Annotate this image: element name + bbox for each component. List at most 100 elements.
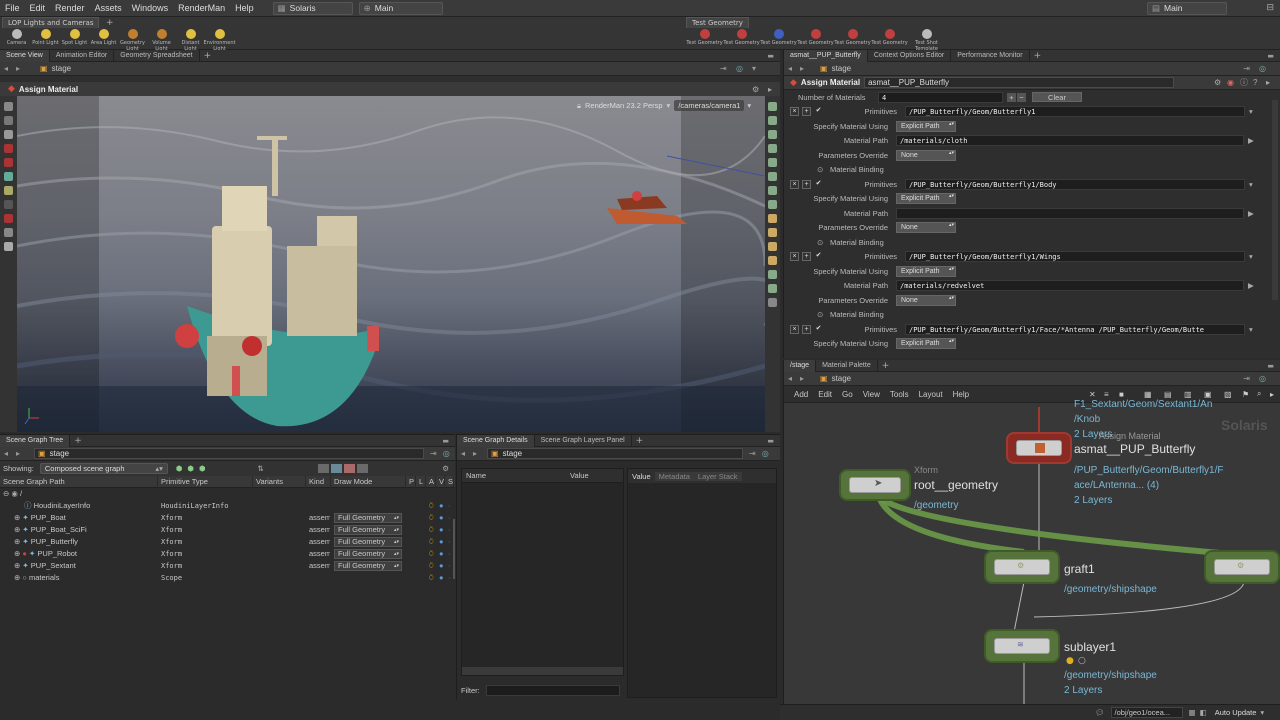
expand-icon[interactable]: ⊕ bbox=[14, 561, 20, 570]
enable-checkbox[interactable]: ✔ bbox=[814, 325, 823, 334]
net-menu-add[interactable]: Add bbox=[784, 390, 813, 399]
net-menu-go[interactable]: Go bbox=[837, 390, 858, 399]
specify-dropdown[interactable]: Explicit Path bbox=[896, 338, 956, 350]
tab-metadata[interactable]: Metadata bbox=[654, 471, 694, 481]
node-sublayer1[interactable]: ≋ bbox=[984, 629, 1060, 663]
visibility-icon[interactable]: ● bbox=[436, 548, 445, 560]
desktop-dropdown[interactable]: ▦ Solaris bbox=[272, 1, 353, 15]
enable-checkbox[interactable]: ✔ bbox=[814, 252, 823, 261]
forward-icon[interactable]: ▸ bbox=[473, 449, 483, 458]
tab-performance-monitor[interactable]: Performance Monitor bbox=[951, 49, 1030, 62]
dropdown-icon[interactable]: ▾ bbox=[1260, 708, 1264, 717]
activation-icon[interactable]: ⍥ bbox=[426, 524, 436, 536]
selection-mode-icon[interactable] bbox=[4, 130, 13, 139]
auto-update-label[interactable]: Auto Update bbox=[1215, 708, 1257, 717]
visibility-icon[interactable]: ● bbox=[436, 536, 445, 548]
net-menu-help[interactable]: Help bbox=[948, 390, 974, 399]
dropdown-icon[interactable]: ▾ bbox=[1249, 107, 1253, 116]
visibility-icon[interactable]: ● bbox=[436, 500, 445, 512]
dropdown-arrow-icon[interactable]: ▾ bbox=[752, 64, 756, 73]
node-asmat-name[interactable]: asmat__PUP_Butterfly bbox=[1074, 442, 1195, 456]
collapse-all-icon[interactable]: ⬢ bbox=[199, 464, 206, 473]
window-controls-icon[interactable]: ⊟ bbox=[1266, 3, 1274, 13]
insert-block-icon[interactable]: + bbox=[802, 324, 811, 334]
menu-render[interactable]: Render bbox=[50, 3, 90, 13]
shadows-icon[interactable] bbox=[768, 200, 777, 209]
visibility-icon[interactable]: ● bbox=[436, 524, 445, 536]
remove-block-icon[interactable]: × bbox=[790, 179, 799, 189]
tab-layer-stack[interactable]: Layer Stack bbox=[693, 471, 742, 481]
context-dropdown[interactable]: ⊕ Main bbox=[358, 1, 443, 15]
scene-icon[interactable]: ▦ bbox=[1189, 708, 1196, 717]
primitives-field[interactable]: /PUP_Butterfly/Geom/Butterfly1/Body bbox=[905, 178, 1245, 190]
link-icon[interactable]: ◎ bbox=[1259, 374, 1266, 383]
col-variants[interactable]: Variants bbox=[253, 475, 306, 488]
collapse-icon[interactable]: ⊖ bbox=[3, 489, 9, 498]
tab-animation-editor[interactable]: Animation Editor bbox=[50, 49, 115, 62]
back-icon[interactable]: ◂ bbox=[788, 64, 800, 73]
magnet-icon[interactable] bbox=[4, 214, 13, 223]
dropdown-icon[interactable]: ▾ bbox=[1249, 252, 1253, 261]
camera-dropdown-icon[interactable]: ▾ bbox=[747, 101, 751, 110]
shading-icon[interactable] bbox=[768, 116, 777, 125]
num-materials-field[interactable]: 4 bbox=[878, 91, 1003, 103]
add-tab-icon[interactable]: + bbox=[1030, 51, 1046, 61]
material-path-field[interactable]: /materials/cloth bbox=[896, 135, 1244, 147]
table-row[interactable]: ⊕ ● ✦ PUP_Robot Xform assem Full Geometry ▴▾… bbox=[0, 548, 455, 560]
points-icon[interactable] bbox=[768, 144, 777, 153]
enable-checkbox[interactable]: ✔ bbox=[814, 180, 823, 189]
record-icon[interactable] bbox=[4, 144, 13, 153]
menu-windows[interactable]: Windows bbox=[127, 3, 174, 13]
menu-file[interactable]: File bbox=[0, 3, 25, 13]
network-canvas[interactable]: Solaris F1_Sextant/Geom/Sextant1/An /Kno… bbox=[784, 399, 1280, 704]
activation-icon[interactable]: ⍥ bbox=[426, 500, 436, 512]
menu-renderman[interactable]: RenderMan bbox=[173, 3, 230, 13]
param-path[interactable]: stage bbox=[832, 64, 852, 73]
vis-icon[interactable] bbox=[768, 270, 777, 279]
filter-icon[interactable]: ⬢ bbox=[176, 464, 183, 473]
add-tab-icon[interactable]: + bbox=[632, 436, 648, 446]
renderer-label[interactable]: RenderMan 23.2 Persp bbox=[585, 101, 663, 110]
expand-all-icon[interactable]: ⬢ bbox=[187, 464, 194, 473]
forward-icon[interactable]: ▸ bbox=[16, 449, 26, 458]
lock-icon[interactable] bbox=[4, 116, 13, 125]
tab-stage[interactable]: /stage bbox=[784, 360, 817, 372]
wireframe-icon[interactable] bbox=[768, 130, 777, 139]
back-icon[interactable]: ◂ bbox=[788, 374, 800, 383]
remove-block-icon[interactable]: × bbox=[790, 324, 799, 334]
tab-scene-graph-tree[interactable]: Scene Graph Tree bbox=[0, 434, 71, 447]
draw-mode-dropdown[interactable]: Full Geometry ▴▾ bbox=[334, 549, 402, 559]
pane-menu-icon[interactable]: ▬ bbox=[1267, 362, 1274, 370]
sort-icon[interactable]: ⇅ bbox=[258, 464, 264, 473]
table-row[interactable]: ⓘ HoudiniLayerInfo HoudiniLayerInfo ⍥ ● · bbox=[0, 500, 455, 512]
expand-icon[interactable]: ▶ bbox=[1248, 136, 1254, 145]
geometry-icon[interactable] bbox=[4, 172, 13, 181]
col-kind[interactable]: Kind bbox=[306, 475, 331, 488]
expand-binding-icon[interactable]: ⊙ bbox=[784, 238, 830, 247]
node-name-field[interactable]: asmat__PUP_Butterfly bbox=[864, 77, 1175, 88]
material-path-field[interactable] bbox=[896, 207, 1244, 219]
shelf-right-tool-1[interactable]: Test Geometry bbox=[723, 29, 760, 52]
snap-icon[interactable]: ▧ bbox=[1224, 390, 1232, 399]
expand-icon[interactable]: ⊕ bbox=[14, 573, 20, 582]
column-toggle-v-icon[interactable] bbox=[356, 464, 368, 473]
node-root-geometry[interactable]: ➤ bbox=[839, 469, 911, 501]
hide-icon[interactable] bbox=[768, 284, 777, 293]
dropdown-icon[interactable]: ▾ bbox=[1249, 325, 1253, 334]
insert-block-icon[interactable]: + bbox=[802, 252, 811, 262]
node-sublayer-name[interactable]: sublayer1 bbox=[1064, 640, 1116, 654]
pin-icon[interactable]: ⇥ bbox=[749, 449, 756, 458]
expand-binding-icon[interactable]: ⊙ bbox=[784, 165, 830, 174]
snap-icon[interactable] bbox=[4, 186, 13, 195]
add-shelf-icon[interactable]: + bbox=[106, 18, 114, 28]
camera-label[interactable]: /cameras/camera1 bbox=[674, 100, 745, 111]
visibility-icon[interactable]: ● bbox=[436, 572, 445, 584]
enable-checkbox[interactable]: ✔ bbox=[814, 107, 823, 116]
settings-icon[interactable]: ⚙ bbox=[442, 464, 449, 473]
expand-icon[interactable]: ⊕ bbox=[14, 525, 20, 534]
visibility-icon[interactable]: ● bbox=[436, 560, 445, 572]
primitives-field[interactable]: /PUP_Butterfly/Geom/Butterfly1/Face/*Ant… bbox=[905, 323, 1245, 335]
menu-help[interactable]: Help bbox=[230, 3, 259, 13]
link-icon[interactable]: ◎ bbox=[762, 449, 769, 458]
render-icon[interactable]: ◧ bbox=[1200, 708, 1207, 717]
